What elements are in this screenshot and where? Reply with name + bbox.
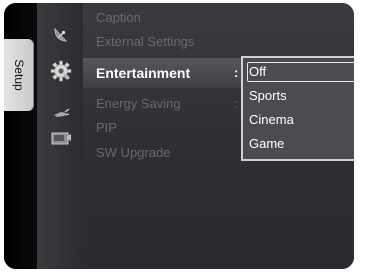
dropdown-option-cinema[interactable]: Cinema [249,112,294,127]
tab-setup[interactable]: Setup [4,39,34,111]
plug-icon [54,108,70,117]
tv-menu: Setup Caption External Settings Entertai… [4,3,354,269]
icon-column [37,3,83,269]
gear-icon [50,60,72,82]
menu-item-energy-saving-colon: : [234,96,238,111]
tab-label: Setup [12,59,26,91]
menu-item-entertainment[interactable]: Entertainment [96,65,190,81]
satellite-dish-icon [54,27,68,42]
dropdown-option-game[interactable]: Game [249,136,284,151]
dropdown-option-off[interactable]: Off [249,64,266,79]
menu-item-entertainment-colon: : [234,65,239,80]
entertainment-dropdown[interactable]: Off Sports Cinema Game [241,56,354,161]
menu-item-external-settings[interactable]: External Settings [96,34,194,49]
dropdown-option-sports[interactable]: Sports [249,88,287,103]
tab-strip: Setup [4,3,37,269]
input-source-icon [51,132,71,145]
menu-item-caption[interactable]: Caption [96,10,141,25]
menu-item-sw-upgrade[interactable]: SW Upgrade [96,145,170,160]
menu-item-energy-saving[interactable]: Energy Saving [96,96,181,111]
menu-item-pip[interactable]: PIP [96,120,117,135]
